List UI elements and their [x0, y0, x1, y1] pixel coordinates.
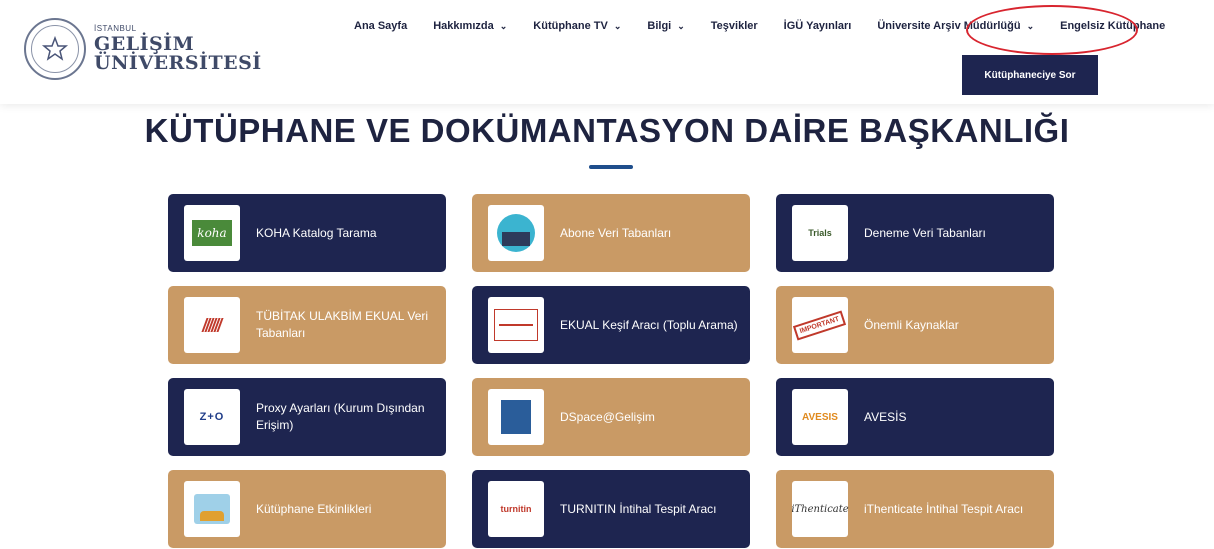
page-title: KÜTÜPHANE VE DOKÜMANTASYON DAİRE BAŞKANL… — [144, 112, 1070, 149]
card-ithenticate[interactable]: iThenticate iThenticate İntihal Tespit A… — [776, 470, 1054, 548]
card-onemli[interactable]: IMPORTANT Önemli Kaynaklar — [776, 286, 1054, 364]
card-label: EKUAL Keşif Aracı (Toplu Arama) — [560, 317, 738, 332]
database-icon — [488, 205, 544, 261]
kutuphaneciye-sor-button[interactable]: Kütüphaneciye Sor — [962, 55, 1098, 95]
nav-hakkimizda[interactable]: Hakkımızda ⌄ — [433, 20, 507, 32]
title-underline — [589, 165, 633, 169]
ekual-icon — [488, 297, 544, 353]
card-proxy[interactable]: Z+O Proxy Ayarları (Kurum Dışından Erişi… — [168, 378, 446, 456]
nav-label: Teşvikler — [710, 20, 758, 32]
ulakbim-icon — [184, 297, 240, 353]
dspace-icon — [488, 389, 544, 445]
card-label: TURNITIN İntihal Tespit Aracı — [560, 501, 717, 516]
turnitin-icon: turnitin — [488, 481, 544, 537]
card-deneme[interactable]: Trials Deneme Veri Tabanları — [776, 194, 1054, 272]
nav-tesvikler[interactable]: Teşvikler — [711, 20, 758, 32]
koha-icon: koha — [184, 205, 240, 261]
card-label: Proxy Ayarları (Kurum Dışından Erişim) — [256, 401, 425, 432]
chevron-down-icon: ⌄ — [499, 20, 508, 31]
card-dspace[interactable]: DSpace@Gelişim — [472, 378, 750, 456]
avesis-icon: AVESIS — [792, 389, 848, 445]
card-label: Kütüphane Etkinlikleri — [256, 501, 372, 516]
card-label: KOHA Katalog Tarama — [256, 225, 377, 240]
nav-igu-yayinlari[interactable]: İGÜ Yayınları — [784, 20, 852, 32]
nav-label: İGÜ Yayınları — [783, 20, 852, 32]
nav-ana-sayfa[interactable]: Ana Sayfa — [354, 20, 407, 32]
card-label: Abone Veri Tabanları — [560, 225, 672, 240]
important-icon: IMPORTANT — [792, 297, 848, 353]
card-label: iThenticate İntihal Tespit Aracı — [864, 501, 1024, 516]
nav-label: Kütüphane TV — [533, 20, 608, 32]
card-abone[interactable]: Abone Veri Tabanları — [472, 194, 750, 272]
card-ulakbim[interactable]: TÜBİTAK ULAKBİM EKUAL Veri Tabanları — [168, 286, 446, 364]
card-koha[interactable]: koha KOHA Katalog Tarama — [168, 194, 446, 272]
nav-bilgi[interactable]: Bilgi ⌄ — [647, 20, 684, 32]
trials-icon: Trials — [792, 205, 848, 261]
nav-label: Ana Sayfa — [354, 20, 408, 32]
ithenticate-icon: iThenticate — [791, 481, 849, 537]
card-label: Önemli Kaynaklar — [864, 317, 959, 332]
resource-card-grid: koha KOHA Katalog Tarama Abone Veri Taba… — [168, 194, 1054, 548]
logo-city: İSTANBUL — [94, 24, 137, 33]
university-logo[interactable]: İSTANBUL GELİŞİM ÜNİVERSİTESİ — [24, 18, 262, 80]
university-seal-icon — [24, 18, 86, 80]
nav-kutuphane-tv[interactable]: Kütüphane TV ⌄ — [533, 20, 621, 32]
card-label: TÜBİTAK ULAKBİM EKUAL Veri Tabanları — [256, 309, 429, 340]
events-icon — [184, 481, 240, 537]
logo-line-2: ÜNİVERSİTESİ — [94, 52, 262, 74]
card-etkinlikler[interactable]: Kütüphane Etkinlikleri — [168, 470, 446, 548]
nav-label: Hakkımızda — [433, 20, 494, 32]
site-header: İSTANBUL GELİŞİM ÜNİVERSİTESİ Ana Sayfa … — [0, 0, 1214, 104]
card-ekual-kesif[interactable]: EKUAL Keşif Aracı (Toplu Arama) — [472, 286, 750, 364]
chevron-down-icon: ⌄ — [613, 20, 622, 31]
card-avesis[interactable]: AVESIS AVESİS — [776, 378, 1054, 456]
proxy-icon: Z+O — [184, 389, 240, 445]
card-label: Deneme Veri Tabanları — [864, 225, 986, 240]
card-turnitin[interactable]: turnitin TURNITIN İntihal Tespit Aracı — [472, 470, 750, 548]
card-label: AVESİS — [864, 409, 907, 424]
university-name: İSTANBUL GELİŞİM ÜNİVERSİTESİ — [94, 25, 262, 73]
nav-label: Bilgi — [647, 20, 672, 32]
highlight-circle-annotation — [966, 5, 1138, 55]
chevron-down-icon: ⌄ — [677, 20, 685, 31]
card-label: DSpace@Gelişim — [560, 409, 655, 424]
